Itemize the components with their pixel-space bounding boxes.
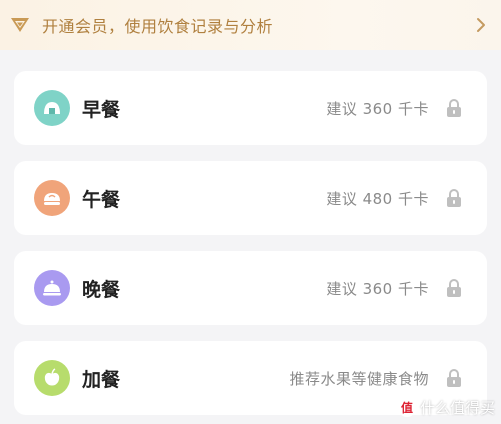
vip-banner-text: 开通会员，使用饮食记录与分析 bbox=[42, 17, 274, 36]
meal-hint: 建议 360 千卡 bbox=[326, 99, 429, 118]
cloche-icon bbox=[34, 270, 70, 306]
meal-card-dinner[interactable]: 晚餐 建议 360 千卡 bbox=[14, 251, 487, 325]
meal-hint: 建议 480 千卡 bbox=[326, 189, 429, 208]
bun-icon bbox=[34, 180, 70, 216]
meal-title: 午餐 bbox=[82, 188, 121, 211]
meal-hint: 建议 360 千卡 bbox=[326, 279, 429, 298]
vip-banner[interactable]: 开通会员，使用饮食记录与分析 bbox=[0, 0, 501, 50]
meal-card-breakfast[interactable]: 早餐 建议 360 千卡 bbox=[14, 71, 487, 145]
diamond-icon bbox=[11, 18, 29, 32]
lock-icon bbox=[447, 99, 461, 117]
rice-ball-icon bbox=[34, 90, 70, 126]
lock-icon bbox=[447, 189, 461, 207]
lock-icon bbox=[447, 279, 461, 297]
watermark-text: 什么值得买 bbox=[419, 399, 495, 417]
meal-title: 早餐 bbox=[82, 98, 121, 121]
meal-card-lunch[interactable]: 午餐 建议 480 千卡 bbox=[14, 161, 487, 235]
meal-title: 晚餐 bbox=[82, 278, 121, 301]
watermark-icon: 值 bbox=[397, 398, 416, 417]
watermark: 值 什么值得买 bbox=[397, 397, 495, 418]
chevron-right-icon bbox=[477, 18, 485, 32]
apple-icon bbox=[34, 360, 70, 396]
meal-hint: 推荐水果等健康食物 bbox=[289, 369, 429, 388]
lock-icon bbox=[447, 369, 461, 387]
meal-title: 加餐 bbox=[82, 368, 121, 391]
